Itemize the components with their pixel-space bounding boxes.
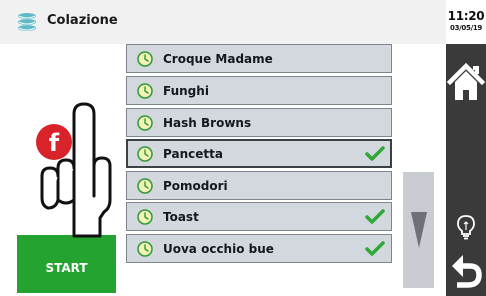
checkmark-icon <box>365 146 385 161</box>
list-item-label: Pomodori <box>163 179 228 193</box>
screen: Colazione 11:20 03/05/19 START f Croque … <box>0 0 486 296</box>
list-item[interactable]: Toast <box>126 202 392 231</box>
clock-time: 11:20 <box>447 9 485 23</box>
home-icon[interactable] <box>446 60 486 106</box>
list-item-label: Croque Madame <box>163 52 273 66</box>
clock-icon <box>137 83 153 99</box>
clock-date: 03/05/19 <box>450 24 482 32</box>
lightbulb-icon[interactable] <box>455 214 477 240</box>
clock-icon <box>137 146 153 162</box>
scrollbar[interactable] <box>403 172 434 288</box>
menu-list: Croque Madame Funghi Hash Browns Pancett… <box>126 44 392 266</box>
list-item[interactable]: Pomodori <box>126 171 392 200</box>
list-item-label: Uova occhio bue <box>163 242 274 256</box>
clock-icon <box>137 178 153 194</box>
clock-icon <box>137 51 153 67</box>
list-item-label: Hash Browns <box>163 116 252 130</box>
checkmark-icon <box>365 241 385 256</box>
clock-icon <box>137 241 153 257</box>
list-item-selected[interactable]: Pancetta <box>126 139 392 168</box>
list-item[interactable]: Uova occhio bue <box>126 234 392 263</box>
header-bar: Colazione <box>0 0 446 44</box>
back-arrow-icon[interactable] <box>448 252 484 290</box>
list-item[interactable]: Hash Browns <box>126 108 392 137</box>
clock-icon <box>137 115 153 131</box>
scroll-down-icon[interactable] <box>411 212 427 248</box>
clock-icon <box>137 209 153 225</box>
checkmark-icon <box>365 209 385 224</box>
clock: 11:20 03/05/19 <box>446 0 486 44</box>
page-title: Colazione <box>47 13 118 28</box>
list-item-label: Toast <box>163 210 199 224</box>
stack-icon <box>18 13 36 31</box>
list-item-label: Pancetta <box>163 147 223 161</box>
list-item[interactable]: Croque Madame <box>126 44 392 73</box>
list-item[interactable]: Funghi <box>126 76 392 105</box>
list-item-label: Funghi <box>163 84 209 98</box>
hint-letter: f <box>49 129 60 157</box>
pointing-hand-icon: f <box>36 102 112 238</box>
